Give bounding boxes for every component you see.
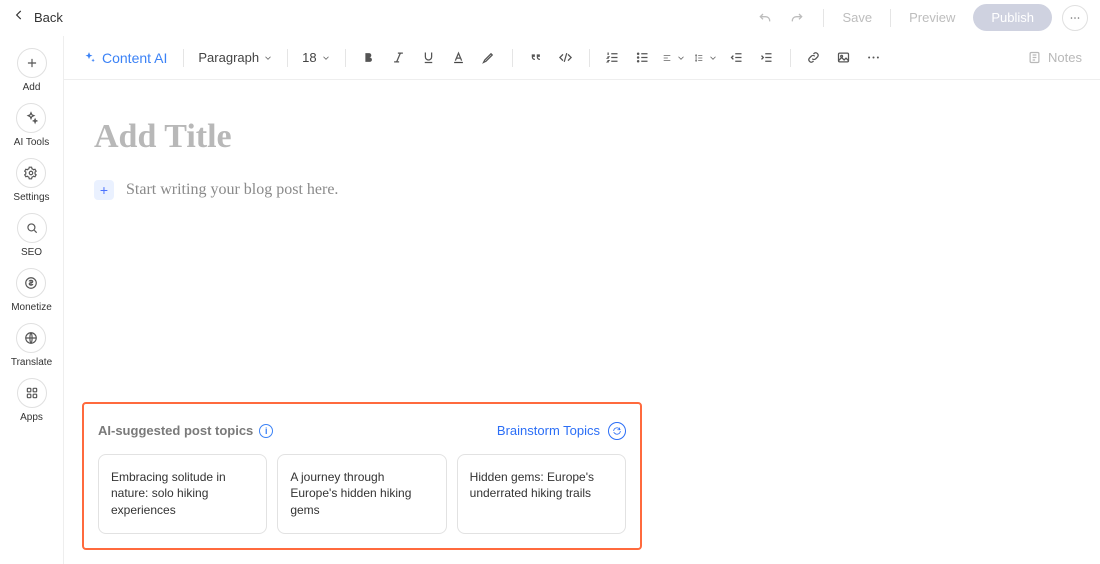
text-color-button[interactable] [446, 45, 472, 71]
code-button[interactable] [553, 45, 579, 71]
underline-button[interactable] [416, 45, 442, 71]
body-input[interactable]: Start writing your blog post here. [126, 181, 338, 199]
bullet-list-button[interactable] [630, 45, 656, 71]
topic-list: Embracing solitude in nature: solo hikin… [98, 454, 626, 534]
save-button[interactable]: Save [834, 10, 880, 25]
numbered-list-button[interactable] [600, 45, 626, 71]
sidebar-item-ai-tools[interactable]: AI Tools [14, 103, 49, 148]
notes-label: Notes [1048, 50, 1082, 65]
indent-button[interactable] [754, 45, 780, 71]
publish-button[interactable]: Publish [973, 4, 1052, 31]
search-icon [17, 213, 47, 243]
chevron-down-icon [708, 53, 718, 63]
brainstorm-label: Brainstorm Topics [497, 423, 600, 438]
align-button[interactable] [660, 53, 688, 63]
back-button[interactable]: Back [12, 8, 63, 27]
arrow-left-icon [12, 8, 26, 27]
sidebar-item-label: Apps [20, 412, 43, 423]
quote-button[interactable] [523, 45, 549, 71]
content-ai-label: Content AI [102, 50, 167, 66]
top-bar: Back Save Preview Publish [0, 0, 1100, 36]
line-spacing-button[interactable] [692, 53, 720, 63]
topic-card[interactable]: Hidden gems: Europe's underrated hiking … [457, 454, 626, 534]
top-actions: Save Preview Publish [749, 4, 1088, 32]
chevron-down-icon [263, 53, 273, 63]
more-options-button[interactable] [861, 45, 887, 71]
divider [345, 49, 346, 67]
preview-button[interactable]: Preview [901, 10, 963, 25]
editor-canvas: Add Title + Start writing your blog post… [64, 80, 1100, 564]
sidebar-item-settings[interactable]: Settings [13, 158, 49, 203]
sidebar-item-label: SEO [21, 247, 42, 258]
sidebar-item-label: Monetize [11, 302, 52, 313]
dollar-icon [16, 268, 46, 298]
globe-icon [16, 323, 46, 353]
title-input[interactable]: Add Title [94, 118, 794, 156]
image-button[interactable] [831, 45, 857, 71]
sidebar-item-translate[interactable]: Translate [11, 323, 52, 368]
bold-button[interactable] [356, 45, 382, 71]
divider [890, 9, 891, 27]
plus-icon [17, 48, 47, 78]
sidebar-item-seo[interactable]: SEO [17, 213, 47, 258]
font-size-select[interactable]: 18 [298, 50, 334, 65]
left-sidebar: Add AI Tools Settings SEO Monetize Trans… [0, 36, 64, 564]
gear-icon [16, 158, 46, 188]
sidebar-item-apps[interactable]: Apps [17, 378, 47, 423]
refresh-icon [608, 422, 626, 440]
topic-card[interactable]: A journey through Europe's hidden hiking… [277, 454, 446, 534]
style-select[interactable]: Paragraph [194, 50, 277, 65]
italic-button[interactable] [386, 45, 412, 71]
brainstorm-button[interactable]: Brainstorm Topics [497, 422, 626, 440]
ai-panel-heading-text: AI-suggested post topics [98, 423, 253, 438]
ai-suggestions-panel: AI-suggested post topics i Brainstorm To… [82, 402, 642, 550]
redo-button[interactable] [781, 4, 813, 32]
sparkle-icon [16, 103, 46, 133]
font-size-label: 18 [302, 50, 316, 65]
sidebar-item-label: Settings [13, 192, 49, 203]
ai-panel-heading: AI-suggested post topics i [98, 423, 273, 438]
divider [823, 9, 824, 27]
style-select-label: Paragraph [198, 50, 259, 65]
sidebar-item-monetize[interactable]: Monetize [11, 268, 52, 313]
link-button[interactable] [801, 45, 827, 71]
undo-button[interactable] [749, 4, 781, 32]
chevron-down-icon [676, 53, 686, 63]
outdent-button[interactable] [724, 45, 750, 71]
editor-area: Content AI Paragraph 18 [64, 36, 1100, 564]
back-label: Back [34, 10, 63, 25]
divider [183, 49, 184, 67]
format-toolbar: Content AI Paragraph 18 [64, 36, 1100, 80]
divider [287, 49, 288, 67]
add-block-button[interactable]: + [94, 180, 114, 200]
sidebar-item-label: AI Tools [14, 137, 49, 148]
sidebar-item-label: Translate [11, 357, 52, 368]
sidebar-item-add[interactable]: Add [17, 48, 47, 93]
highlight-button[interactable] [476, 45, 502, 71]
divider [512, 49, 513, 67]
topic-card[interactable]: Embracing solitude in nature: solo hikin… [98, 454, 267, 534]
divider [790, 49, 791, 67]
info-icon[interactable]: i [259, 424, 273, 438]
more-menu-button[interactable] [1062, 5, 1088, 31]
chevron-down-icon [321, 53, 331, 63]
content-ai-button[interactable]: Content AI [82, 50, 167, 66]
divider [589, 49, 590, 67]
apps-icon [17, 378, 47, 408]
sidebar-item-label: Add [23, 82, 41, 93]
note-icon [1027, 50, 1042, 65]
notes-button[interactable]: Notes [1027, 50, 1082, 65]
